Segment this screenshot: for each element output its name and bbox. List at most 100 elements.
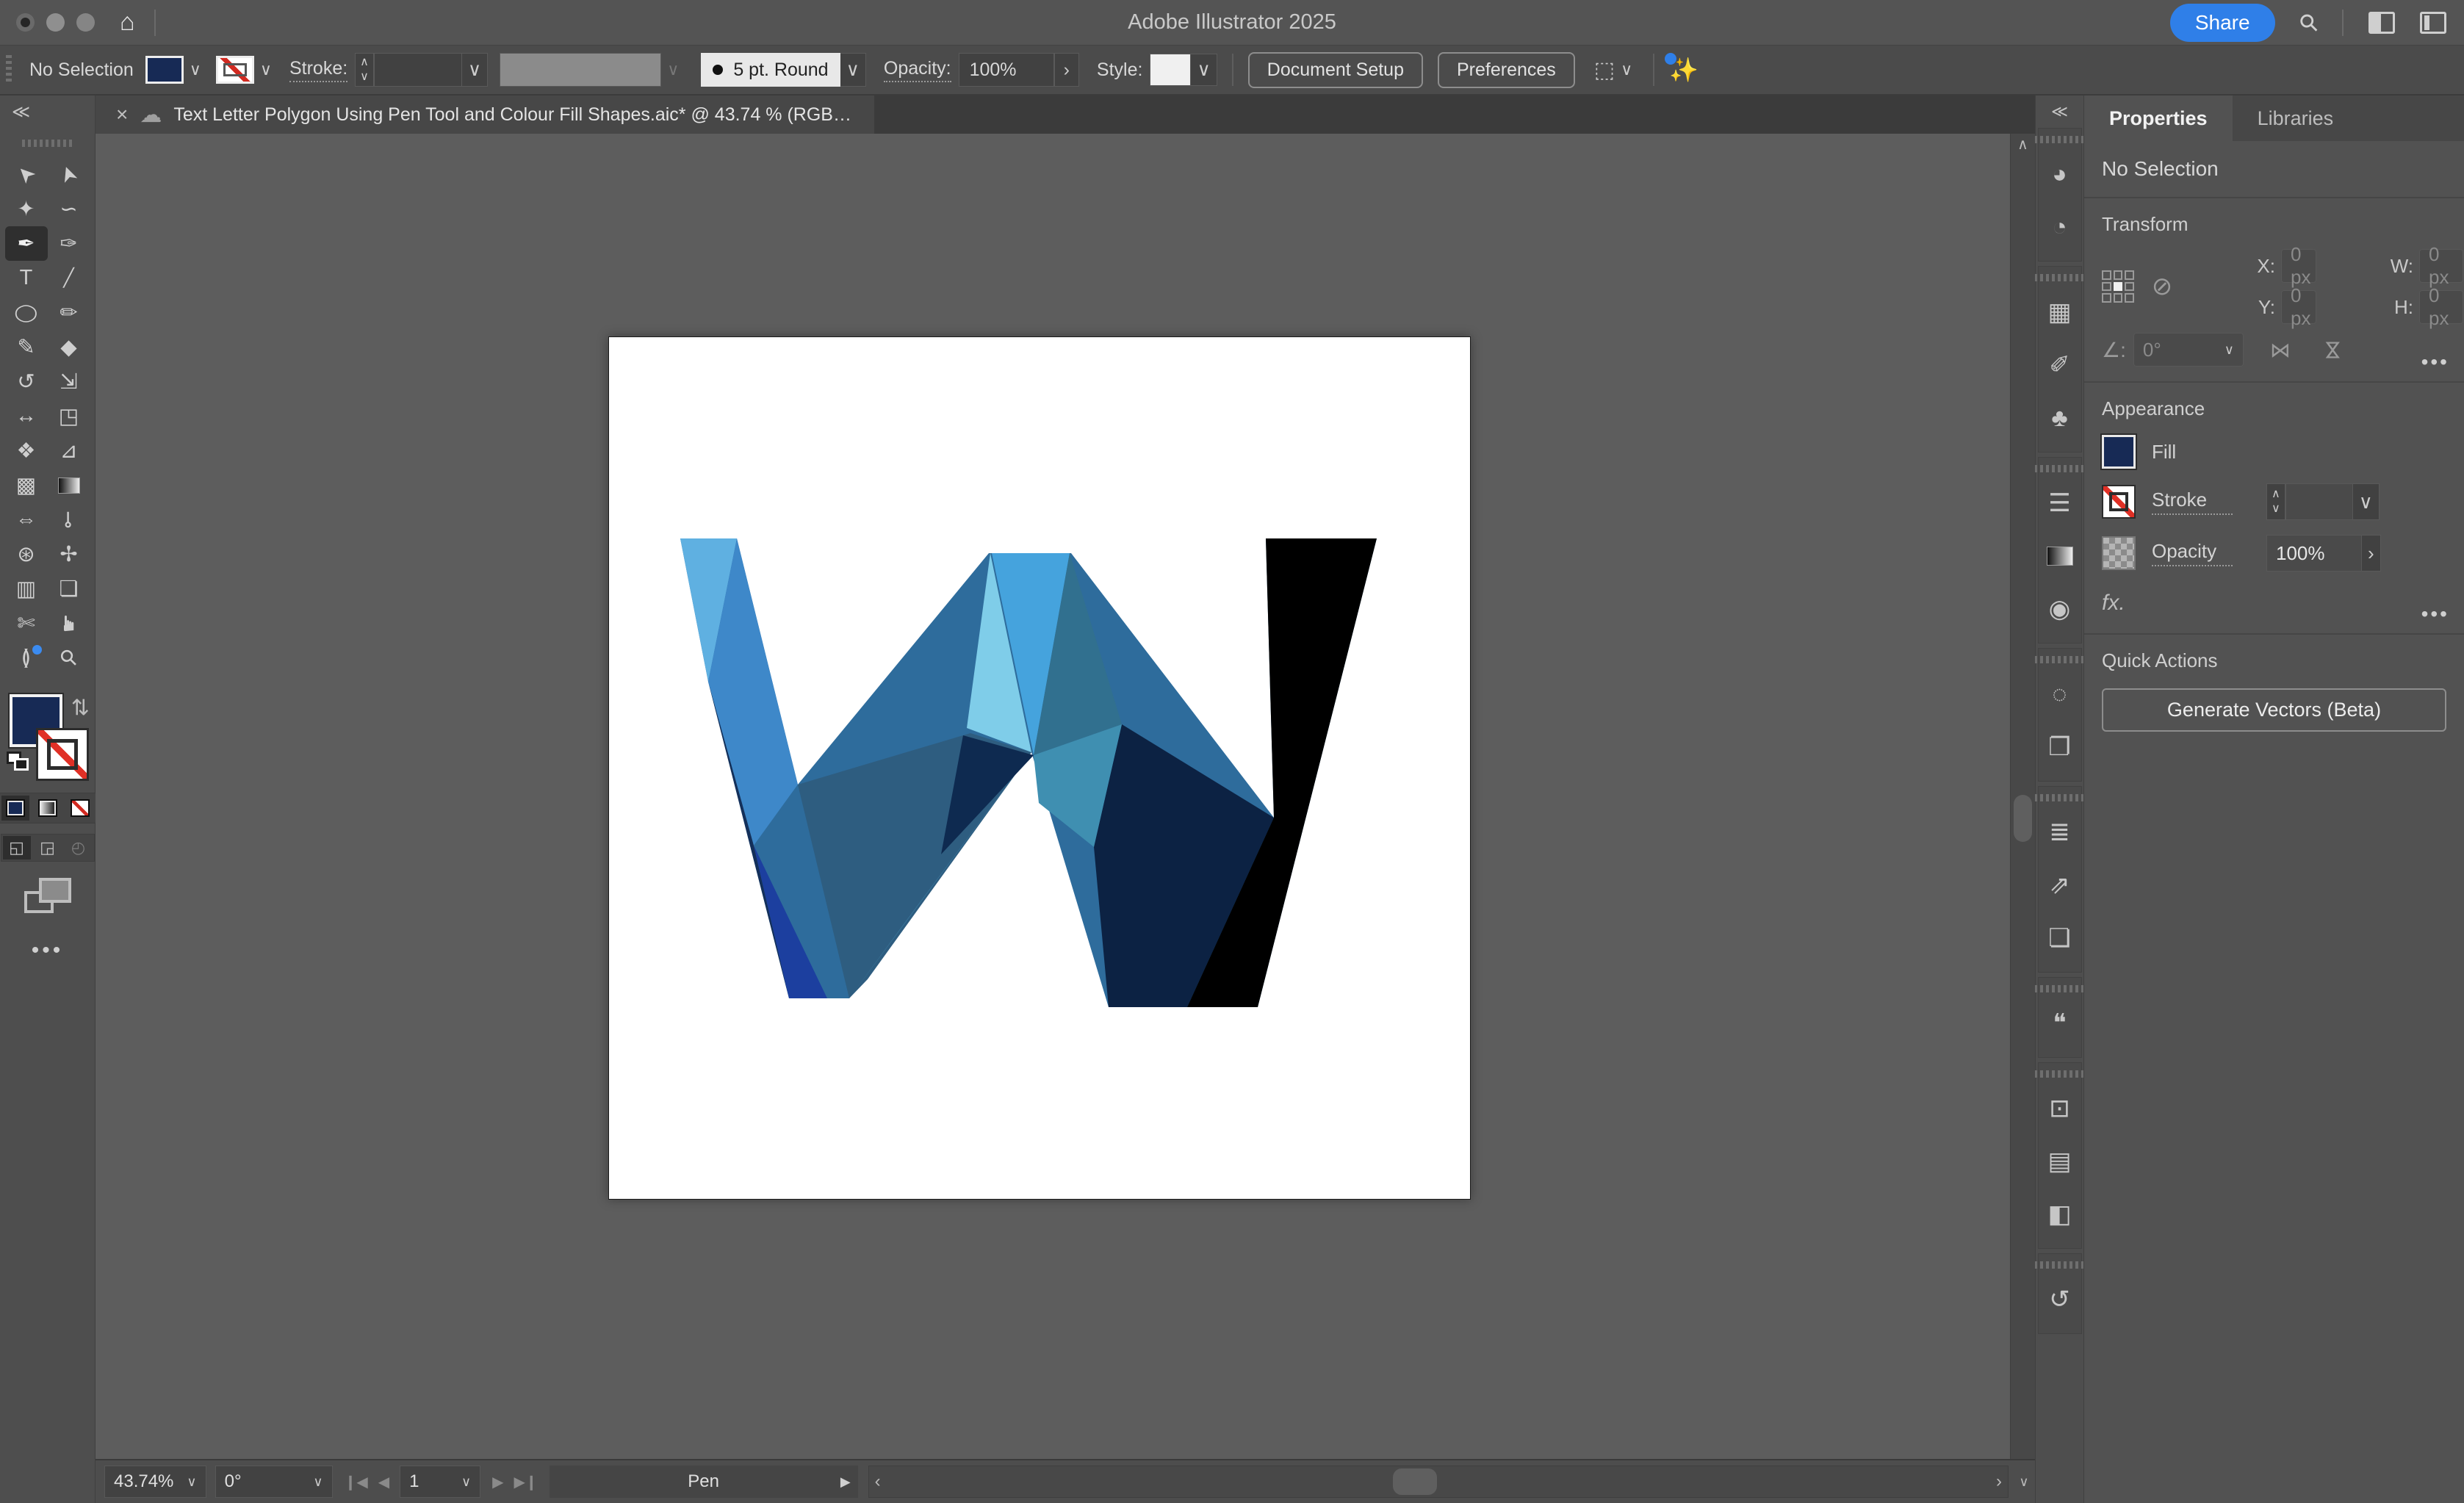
mesh-tool[interactable]: ▩: [5, 468, 48, 502]
opacity-field[interactable]: 100%: [959, 53, 1054, 87]
fill-swatch[interactable]: [145, 56, 184, 84]
generate-vectors-button[interactable]: Generate Vectors (Beta): [2102, 688, 2446, 732]
brush-definition-dropdown[interactable]: 5 pt. Round: [701, 53, 840, 87]
line-tool[interactable]: ╱: [48, 261, 90, 295]
appearance-stroke-label[interactable]: Stroke: [2152, 489, 2233, 515]
shape-builder-tool[interactable]: ❖: [5, 433, 48, 468]
gradient-panel-icon[interactable]: [2039, 530, 2081, 583]
close-window-button[interactable]: [16, 13, 35, 32]
transform-more-options[interactable]: •••: [2421, 350, 2449, 374]
lasso-tool[interactable]: ∽: [48, 192, 90, 226]
toolbar-more-icon[interactable]: •••: [32, 938, 64, 963]
direct-selection-tool[interactable]: ➤: [48, 157, 90, 192]
document-setup-button[interactable]: Document Setup: [1248, 52, 1423, 88]
previous-artboard-icon[interactable]: ◀: [378, 1473, 389, 1491]
status-options-arrow[interactable]: ▶: [840, 1474, 851, 1490]
column-graph-tool[interactable]: ▥: [5, 572, 48, 606]
x-field[interactable]: 0 px: [2281, 249, 2316, 283]
appearance-icon[interactable]: ◌: [2039, 668, 2081, 721]
link-dimensions-icon[interactable]: ⊘: [2146, 272, 2178, 301]
chevron-down-icon[interactable]: ∨: [1191, 54, 1217, 86]
default-fill-stroke-icon[interactable]: [7, 752, 29, 771]
type-tool[interactable]: T: [5, 261, 48, 295]
w-field[interactable]: 0 px: [2419, 249, 2463, 283]
fill-color-control[interactable]: ∨: [145, 56, 207, 84]
stroke-weight-stepper[interactable]: ∧∨: [2266, 483, 2285, 520]
pathfinder-icon[interactable]: ◧: [2039, 1188, 2081, 1241]
blend-tool[interactable]: ⊛: [5, 537, 48, 572]
horizontal-scrollbar[interactable]: ‹ ›: [868, 1466, 2009, 1498]
dock-grip[interactable]: [2034, 465, 2086, 472]
hand-tool[interactable]: ☛: [48, 606, 90, 641]
transparency-icon[interactable]: ◉: [2039, 583, 2081, 635]
swap-fill-stroke-icon[interactable]: ⇄: [68, 698, 93, 716]
comments-icon[interactable]: ❝: [2039, 997, 2081, 1050]
first-artboard-icon[interactable]: ❙◀: [345, 1473, 368, 1491]
stroke-color-swatch[interactable]: [36, 728, 89, 781]
symbol-sprayer-tool[interactable]: ✢: [48, 537, 90, 572]
brushes-icon[interactable]: ✐: [2039, 339, 2081, 392]
dock-grip[interactable]: [2034, 1070, 2086, 1078]
stroke-panel-icon[interactable]: ☰: [2039, 477, 2081, 530]
scroll-left-icon[interactable]: ‹: [875, 1466, 881, 1497]
scroll-up-icon[interactable]: ∧: [2011, 135, 2035, 154]
magic-wand-tool[interactable]: ✦: [5, 192, 48, 226]
slice-tool[interactable]: ✄: [5, 606, 48, 641]
artboard-tool[interactable]: ❏: [48, 572, 90, 606]
transform-panel-icon[interactable]: ⊡: [2039, 1082, 2081, 1135]
style-swatch[interactable]: [1150, 54, 1191, 86]
scroll-down-icon[interactable]: ∨: [2013, 1474, 2035, 1490]
document-tab[interactable]: × ☁ Text Letter Polygon Using Pen Tool a…: [96, 95, 874, 134]
preferences-button[interactable]: Preferences: [1438, 52, 1575, 88]
stroke-weight-field[interactable]: [2285, 483, 2353, 520]
dock-grip[interactable]: [2034, 794, 2086, 801]
toolbar-grip[interactable]: [22, 140, 73, 147]
eyedropper-tool[interactable]: ⊸: [48, 502, 90, 537]
zoom-window-button[interactable]: [76, 13, 95, 32]
ellipse-tool[interactable]: ◯: [5, 295, 48, 330]
appearance-opacity-field[interactable]: 100%: [2266, 535, 2362, 572]
curvature-tool[interactable]: ✑: [48, 226, 90, 261]
fx-effects-button[interactable]: fx.: [2102, 591, 2446, 616]
pen-tool[interactable]: ✒: [5, 226, 48, 261]
letter-w-artwork[interactable]: [680, 538, 1377, 1007]
intertwine-tool[interactable]: ≬: [5, 641, 48, 675]
last-artboard-icon[interactable]: ▶❙: [514, 1473, 538, 1491]
chevron-down-icon[interactable]: ∨: [2353, 483, 2380, 520]
gradient-fill-button[interactable]: [34, 796, 62, 821]
rotation-dropdown[interactable]: 0° ∨: [215, 1466, 333, 1498]
workspace-layout-icon[interactable]: [2368, 12, 2395, 34]
scale-tool[interactable]: ⇲: [48, 364, 90, 399]
share-button[interactable]: Share: [2170, 4, 2275, 42]
flip-vertical-icon[interactable]: ⋈: [2321, 339, 2345, 360]
search-icon[interactable]: ⚲: [2293, 7, 2324, 38]
contextual-taskbar-icon[interactable]: ✨: [1669, 56, 1698, 84]
artboard[interactable]: [608, 336, 1471, 1200]
y-field[interactable]: 0 px: [2281, 290, 2316, 324]
rotate-tool[interactable]: ↺: [5, 364, 48, 399]
stroke-weight-stepper[interactable]: ∧∨: [355, 53, 374, 87]
artboards-icon[interactable]: ❏: [2039, 912, 2081, 965]
selection-tool[interactable]: ➤: [5, 157, 48, 192]
layers-icon[interactable]: ≣: [2039, 806, 2081, 859]
minimize-window-button[interactable]: [46, 13, 65, 32]
dock-grip[interactable]: [2034, 985, 2086, 992]
align-icon[interactable]: ▤: [2039, 1135, 2081, 1188]
perspective-grid-tool[interactable]: ⊿: [48, 433, 90, 468]
draw-behind-icon[interactable]: ◲: [34, 836, 62, 859]
toolbar-collapse-button[interactable]: ≪: [0, 95, 30, 134]
tab-libraries[interactable]: Libraries: [2233, 95, 2359, 141]
chevron-down-icon[interactable]: ∨: [1615, 56, 1638, 84]
chevron-down-icon[interactable]: ∨: [462, 53, 488, 87]
flip-horizontal-icon[interactable]: ⋈: [2270, 338, 2291, 362]
width-tool[interactable]: ↔: [5, 399, 48, 433]
select-similar-objects-icon[interactable]: ⬚: [1594, 57, 1615, 83]
reference-point-selector[interactable]: [2102, 270, 2134, 303]
home-icon[interactable]: ⌂: [120, 8, 135, 37]
next-artboard-icon[interactable]: ▶: [492, 1473, 503, 1491]
color-guide-icon[interactable]: ◔: [2039, 201, 2081, 253]
swatches-icon[interactable]: ▦: [2039, 286, 2081, 339]
current-tool-status[interactable]: Pen ▶: [550, 1466, 858, 1498]
horizontal-scroll-thumb[interactable]: [1393, 1468, 1437, 1495]
vertical-scroll-thumb[interactable]: [2014, 795, 2032, 842]
